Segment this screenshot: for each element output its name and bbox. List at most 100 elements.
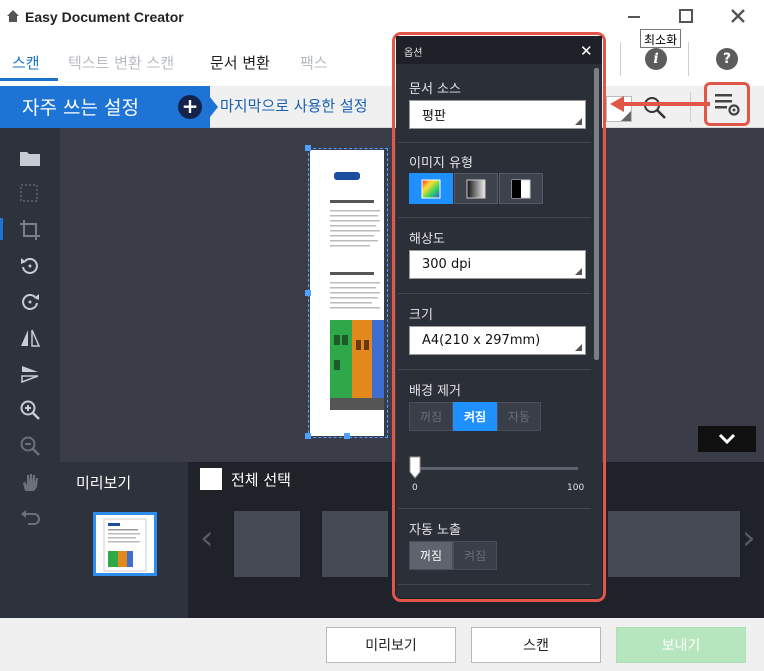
close-window-button[interactable]: [712, 0, 764, 32]
black-white-image-icon: [511, 179, 531, 198]
thumbnail-image: [103, 518, 147, 572]
open-folder-tool[interactable]: [18, 146, 42, 170]
selection-handle[interactable]: [344, 433, 350, 439]
collapse-panel-button[interactable]: [698, 426, 756, 452]
tool-selection-indicator: [0, 218, 3, 240]
background-removal-auto[interactable]: 자동: [497, 402, 541, 431]
maximize-button[interactable]: [660, 0, 712, 32]
add-preset-button[interactable]: +: [178, 95, 202, 119]
size-select[interactable]: A4(210 x 297mm): [409, 326, 586, 355]
rotate-left-tool[interactable]: [18, 254, 42, 278]
options-scrollbar[interactable]: [594, 68, 599, 360]
image-type-label: 이미지 유형: [409, 156, 473, 171]
section-divider: [398, 369, 591, 370]
background-removal-on[interactable]: 켜짐: [453, 402, 497, 431]
selection-handle[interactable]: [305, 145, 311, 151]
callout-arrow-head: [610, 96, 624, 112]
rotate-right-icon: [22, 294, 39, 310]
zoom-out-tool[interactable]: [18, 434, 42, 458]
image-type-grayscale-button[interactable]: [454, 173, 498, 204]
rotate-right-tool[interactable]: [18, 290, 42, 314]
background-removal-off[interactable]: 꺼짐: [409, 402, 453, 431]
divider: [688, 42, 689, 76]
size-label: 크기: [409, 308, 433, 323]
crop-icon: [20, 220, 40, 240]
preview-label: 미리보기: [76, 474, 132, 492]
section-divider: [398, 584, 591, 585]
size-value: A4(210 x 297mm): [422, 333, 541, 348]
auto-exposure-off[interactable]: 꺼짐: [409, 541, 453, 570]
select-all-checkbox[interactable]: [200, 468, 222, 490]
thumbnail-slot: [234, 511, 300, 577]
dropdown-corner-icon: [575, 268, 582, 275]
thumbnail-slot: [322, 511, 388, 577]
thumbnail-slot: [674, 511, 740, 577]
zoom-in-icon: [20, 400, 40, 420]
select-area-tool[interactable]: [18, 182, 42, 206]
flip-vertical-icon: [21, 366, 39, 384]
section-divider: [398, 142, 591, 143]
divider: [620, 42, 621, 76]
undo-tool[interactable]: [18, 506, 42, 530]
preview-button[interactable]: 미리보기: [326, 627, 456, 663]
background-slider-track[interactable]: [414, 467, 578, 470]
document-source-select[interactable]: 평판: [409, 100, 586, 129]
send-button[interactable]: 보내기: [616, 627, 746, 663]
background-slider-thumb[interactable]: [409, 456, 421, 480]
thumbnail-slot: [608, 511, 674, 577]
image-type-color-button[interactable]: [409, 173, 453, 204]
window-title: Easy Document Creator: [25, 9, 184, 25]
thumbnail-prev-button[interactable]: ‹: [200, 518, 214, 558]
tab-fax[interactable]: 팩스: [300, 52, 328, 73]
divider: [690, 92, 691, 122]
section-divider: [398, 508, 591, 509]
rotate-left-icon: [21, 258, 38, 274]
resolution-select[interactable]: 300 dpi: [409, 250, 586, 279]
home-icon: [7, 10, 19, 22]
search-icon[interactable]: [642, 95, 668, 121]
background-removal-label: 배경 제거: [409, 384, 461, 399]
hand-icon: [23, 474, 38, 491]
dropdown-corner-icon: [575, 344, 582, 351]
undo-icon: [21, 510, 40, 525]
slider-max-label: 100: [567, 483, 585, 493]
last-used-settings[interactable]: 마지막으로 사용한 설정: [220, 95, 368, 116]
thumbnail-next-button[interactable]: ›: [742, 518, 756, 558]
select-all-label: 전체 선택: [231, 471, 291, 489]
pan-tool[interactable]: [18, 470, 42, 494]
tab-convert-document[interactable]: 문서 변환: [210, 52, 270, 73]
page-thumbnail[interactable]: [93, 512, 157, 576]
section-divider: [398, 217, 591, 218]
close-icon: [731, 9, 745, 23]
section-divider: [398, 293, 591, 294]
auto-exposure-on[interactable]: 켜짐: [453, 541, 497, 570]
page-selection-frame[interactable]: [308, 148, 388, 438]
flip-vertical-tool[interactable]: [18, 362, 42, 386]
crop-tool[interactable]: [18, 218, 42, 242]
scan-button[interactable]: 스캔: [471, 627, 601, 663]
flip-horizontal-icon: [21, 329, 41, 347]
zoom-in-tool[interactable]: [18, 398, 42, 422]
maximize-icon: [679, 9, 693, 23]
minimize-button[interactable]: [608, 0, 660, 32]
color-image-icon: [421, 179, 441, 198]
tab-scan[interactable]: 스캔: [12, 52, 40, 73]
folder-icon: [20, 152, 40, 166]
dropdown-corner-icon: [575, 118, 582, 125]
selection-handle[interactable]: [305, 433, 311, 439]
grayscale-image-icon: [466, 179, 486, 198]
options-close-button[interactable]: ✕: [580, 42, 593, 60]
help-icon[interactable]: ?: [716, 48, 738, 70]
tab-ocr-scan[interactable]: 텍스트 변환 스캔: [68, 52, 174, 73]
minimize-icon: [628, 16, 640, 18]
options-settings-icon[interactable]: [713, 90, 743, 118]
document-source-label: 문서 소스: [409, 82, 461, 97]
options-header: [396, 36, 602, 64]
selection-handle[interactable]: [305, 290, 311, 296]
tab-active-indicator: [0, 78, 58, 81]
resolution-label: 해상도: [409, 232, 445, 247]
image-type-bw-button[interactable]: [499, 173, 543, 204]
flip-horizontal-tool[interactable]: [18, 326, 42, 350]
select-area-icon: [20, 184, 38, 202]
info-icon[interactable]: i: [645, 48, 667, 70]
